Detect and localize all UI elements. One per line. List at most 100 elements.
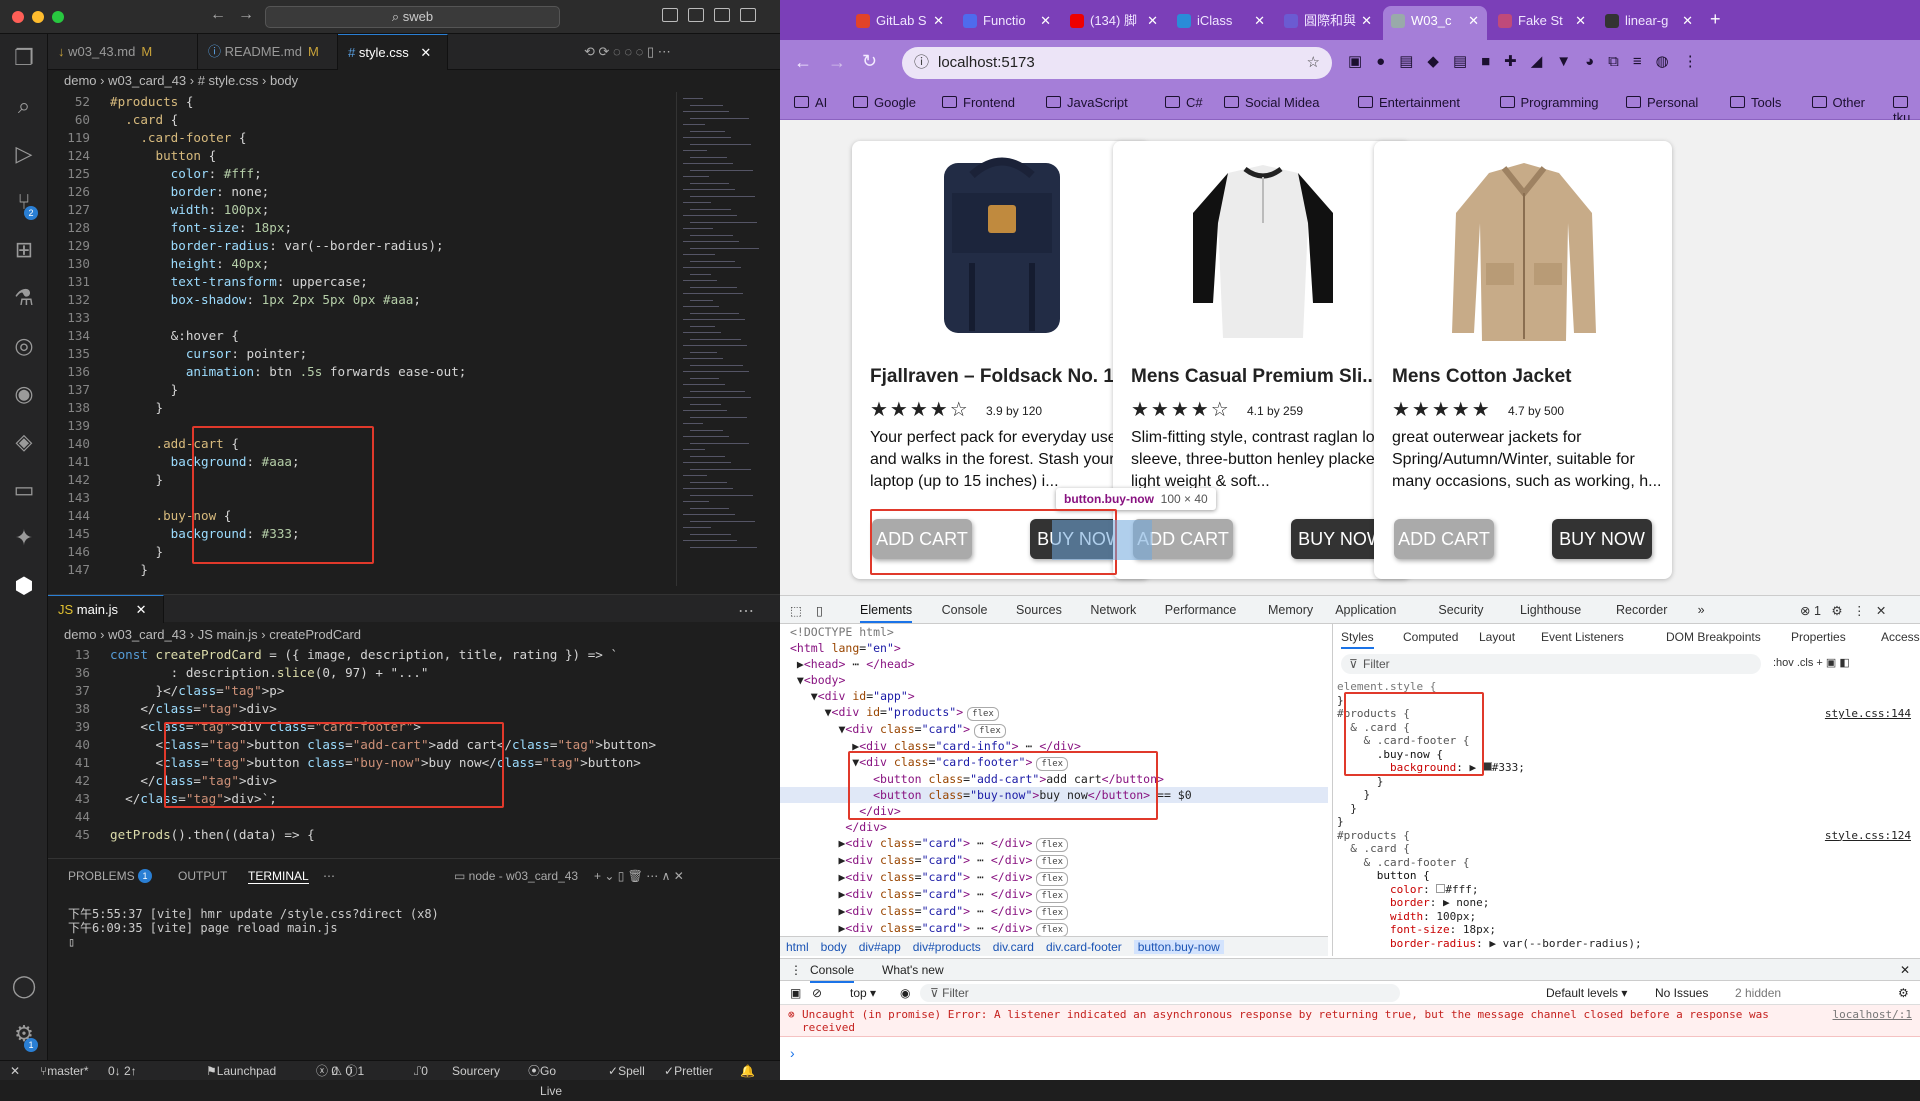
dom-node[interactable]: <html lang="en">: [780, 640, 1328, 656]
spell-status[interactable]: ✓ Spell: [608, 1061, 645, 1081]
styles-tab[interactable]: Layout: [1479, 630, 1515, 645]
device-toolbar-icon[interactable]: ▯: [816, 603, 823, 618]
devtools-tab[interactable]: Console: [942, 603, 988, 617]
buy-now-button[interactable]: buy now: [1552, 519, 1652, 559]
close-tab-icon[interactable]: ✕: [933, 6, 944, 36]
breadcrumb-item[interactable]: html: [786, 940, 809, 954]
close-tab-icon[interactable]: ✕: [1254, 6, 1265, 36]
log-levels-select[interactable]: Default levels ▾: [1546, 981, 1627, 1005]
more-actions-icon[interactable]: ⋯: [738, 601, 754, 621]
dom-node[interactable]: </div>: [780, 819, 1328, 835]
address-bar[interactable]: ⓘ localhost:5173 ☆: [902, 47, 1332, 79]
breadcrumb-item[interactable]: w03_card_43: [108, 627, 186, 642]
site-info-icon[interactable]: ⓘ: [914, 47, 929, 79]
dom-node[interactable]: ▶<div class="card"> ⋯ </div> flex: [780, 903, 1328, 920]
breadcrumb-item[interactable]: createProdCard: [269, 627, 361, 642]
breadcrumb-item[interactable]: div.card: [993, 940, 1034, 954]
close-tab-icon[interactable]: ✕: [1040, 6, 1051, 36]
console-settings-icon[interactable]: ⚙: [1898, 981, 1909, 1005]
tab-console[interactable]: Console: [810, 959, 855, 983]
devtools-controls[interactable]: ⊗ 1 ⚙ ⋮ ✕: [1800, 603, 1886, 618]
styles-tab[interactable]: Computed: [1403, 630, 1458, 645]
bookmark-folder[interactable]: Google: [853, 95, 916, 110]
breadcrumb-item[interactable]: w03_card_43: [108, 73, 186, 88]
command-center-search[interactable]: ⌕ sweb: [265, 6, 560, 28]
bookmark-folder[interactable]: AI: [794, 95, 827, 110]
dom-node[interactable]: ▶<div class="card"> ⋯ </div> flex: [780, 835, 1328, 852]
inspect-element-icon[interactable]: ⬚: [790, 603, 802, 618]
go-live-status[interactable]: ⦿ Go Live: [528, 1061, 562, 1098]
close-tab-icon[interactable]: ✕: [1575, 6, 1586, 36]
toggle-panel-icon[interactable]: [688, 8, 704, 22]
minimap[interactable]: [676, 92, 772, 586]
breadcrumb-item[interactable]: demo: [64, 627, 97, 642]
breadcrumb-item[interactable]: body: [270, 73, 298, 88]
maximize-window-button[interactable]: [52, 11, 64, 23]
breadcrumb-item[interactable]: button.buy-now: [1133, 940, 1224, 954]
close-window-button[interactable]: [12, 11, 24, 23]
search-icon[interactable]: ⌕: [10, 92, 38, 120]
bookmark-folder[interactable]: JavaScript: [1046, 95, 1128, 110]
sourcery-status[interactable]: Sourcery: [452, 1061, 500, 1081]
breadcrumb-item[interactable]: demo: [64, 73, 97, 88]
testing-icon[interactable]: ⚗: [10, 284, 38, 312]
dom-node[interactable]: ▼<body>: [780, 672, 1328, 688]
explorer-icon[interactable]: ❐: [10, 44, 38, 72]
tab-terminal[interactable]: TERMINAL: [248, 869, 309, 884]
dom-node[interactable]: ▶<div class="card"> ⋯ </div> flex: [780, 852, 1328, 869]
tab-style-css[interactable]: # style.css ✕: [338, 34, 448, 70]
breadcrumb-item[interactable]: # style.css: [198, 73, 259, 88]
editor-actions-icons[interactable]: ⟲ ⟳ ◌ ◌ ◌ ▯ ⋯: [584, 44, 671, 60]
python-icon[interactable]: ◈: [10, 428, 38, 456]
css-editor[interactable]: 52 #products {60 .card {119 .card-footer …: [48, 93, 710, 583]
styles-tab[interactable]: DOM Breakpoints: [1666, 630, 1761, 645]
devtools-tab[interactable]: Lighthouse: [1520, 603, 1581, 617]
close-tab-icon[interactable]: ✕: [1682, 6, 1693, 36]
bookmark-folder[interactable]: Social Midea: [1224, 95, 1319, 110]
browser-tab[interactable]: iClass ✕: [1169, 6, 1273, 40]
close-drawer-icon[interactable]: ✕: [1900, 959, 1910, 981]
browser-tab[interactable]: 圓際和與 ✕: [1276, 6, 1380, 40]
new-tab-button[interactable]: +: [1710, 9, 1721, 30]
terminal-output[interactable]: 下午5:55:37 [vite] hmr update /style.css?d…: [68, 907, 439, 949]
bookmark-star-icon[interactable]: ☆: [1307, 47, 1320, 79]
close-tab-icon[interactable]: ✕: [136, 602, 147, 617]
forward-icon[interactable]: →: [828, 52, 846, 73]
gitlens-icon[interactable]: ◎: [10, 332, 38, 360]
context-select[interactable]: top ▾: [850, 981, 876, 1005]
styles-tab[interactable]: Styles: [1341, 630, 1374, 649]
customize-layout-icon[interactable]: [740, 8, 756, 22]
browser-tab[interactable]: W03_c ✕: [1383, 6, 1487, 40]
notifications-icon[interactable]: 🔔: [740, 1061, 755, 1081]
bookmark-folder[interactable]: C#: [1165, 95, 1203, 110]
devtools-tab[interactable]: Application: [1335, 603, 1396, 617]
reload-icon[interactable]: ↻: [862, 51, 877, 72]
launchpad-status[interactable]: ⚑ Launchpad: [206, 1061, 276, 1081]
browser-tab[interactable]: Fake St ✕: [1490, 6, 1594, 40]
remote-icon[interactable]: ✕: [10, 1061, 20, 1081]
folder-icon[interactable]: ▭: [10, 476, 38, 504]
styles-tab[interactable]: Properties: [1791, 630, 1846, 645]
sync-status[interactable]: 0↓ 2↑: [108, 1061, 137, 1081]
devtools-tab[interactable]: Security: [1438, 603, 1483, 617]
style-source-link[interactable]: style.css:144: [1825, 707, 1911, 721]
dom-node[interactable]: ▼<div id="app">: [780, 688, 1328, 704]
console-prompt[interactable]: ›: [790, 1045, 795, 1061]
dom-node[interactable]: ▼<div class="card"> flex: [780, 721, 1328, 738]
breadcrumb-item[interactable]: body: [821, 940, 847, 954]
sidebar-icon[interactable]: ▣: [790, 981, 801, 1005]
styles-tab[interactable]: Accessibility: [1881, 630, 1920, 645]
ports-status[interactable]: ⑀ 0: [414, 1061, 428, 1081]
tab-readme-md[interactable]: ⓘ README.md M: [198, 34, 338, 70]
breadcrumb-item[interactable]: div.card-footer: [1046, 940, 1122, 954]
styles-tab[interactable]: Event Listeners: [1541, 630, 1624, 645]
eye-icon[interactable]: ◉: [900, 981, 910, 1005]
close-tab-icon[interactable]: ✕: [1147, 6, 1158, 36]
console-filter-input[interactable]: ⊽ Filter: [920, 984, 1400, 1002]
run-debug-icon[interactable]: ▷: [10, 140, 38, 168]
remote-icon[interactable]: ◉: [10, 380, 38, 408]
dom-node[interactable]: ▶<head> ⋯ </head>: [780, 656, 1328, 672]
add-cart-button[interactable]: add cart: [1133, 519, 1233, 559]
more-tabs-icon[interactable]: »: [1698, 603, 1705, 617]
hexagon-icon[interactable]: ⬢: [10, 572, 38, 600]
